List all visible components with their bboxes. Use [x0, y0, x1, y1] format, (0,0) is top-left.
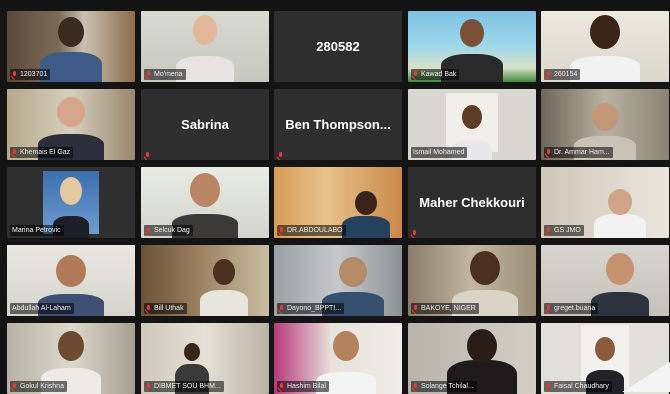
- participant-name-label: Dr. Ammar Ham...: [544, 147, 613, 158]
- participant-name-label: Selcuk Dag: [144, 225, 193, 236]
- participant-tile[interactable]: DIBMET SOU BHM...: [141, 323, 269, 394]
- mic-muted-icon: [279, 226, 284, 235]
- mic-muted-icon: [546, 148, 551, 157]
- participant-tile[interactable]: Dr. Ammar Ham...: [541, 89, 669, 160]
- participant-gallery: 1203701 Mo'mena 280582 Kawad Bak 260154: [0, 0, 670, 394]
- participant-name-label: Kawad Bak: [411, 69, 460, 80]
- mic-muted-icon: [546, 382, 551, 391]
- participant-name-label: GS JMO: [544, 225, 584, 236]
- participant-tile[interactable]: Ismail Mohamed: [408, 89, 536, 160]
- participant-display-name: Ben Thompson...: [285, 117, 391, 132]
- participant-name-label: Khemais El Gaz: [10, 147, 74, 158]
- participant-tile[interactable]: Hashim Bilal: [274, 323, 402, 394]
- mic-muted-icon: [413, 70, 418, 79]
- participant-name-label: Gokul Krishna: [10, 381, 67, 392]
- participant-tile[interactable]: Mo'mena: [141, 11, 269, 82]
- participant-tile[interactable]: Sabrina: [141, 89, 269, 160]
- participant-tile[interactable]: Ben Thompson...: [274, 89, 402, 160]
- participant-tile[interactable]: GS JMO: [541, 167, 669, 238]
- participant-tile[interactable]: Bill Uthak: [141, 245, 269, 316]
- participant-tile[interactable]: DR.ABDOULABO: [274, 167, 402, 238]
- participant-tile[interactable]: BAKOYE, NIGER: [408, 245, 536, 316]
- mic-muted-icon: [146, 304, 151, 313]
- participant-name-label: 260154: [544, 69, 581, 80]
- participant-tile[interactable]: greget.buana: [541, 245, 669, 316]
- participant-name-label: Mo'mena: [144, 69, 186, 80]
- mic-muted-icon: [12, 148, 17, 157]
- participant-tile[interactable]: Dayono_BPPTI...: [274, 245, 402, 316]
- participant-tile[interactable]: Marina Petrovic: [7, 167, 135, 238]
- participant-display-name: Sabrina: [181, 117, 229, 132]
- mic-muted-icon: [412, 225, 420, 235]
- participant-name-label: Faisal Chaudhary: [544, 381, 612, 392]
- participant-tile[interactable]: Khemais El Gaz: [7, 89, 135, 160]
- mic-muted-icon: [146, 226, 151, 235]
- page-corner-decoration: [622, 362, 670, 392]
- participant-name-label: Marina Petrovic: [10, 225, 64, 236]
- participant-name-label: Dayono_BPPTI...: [277, 303, 345, 314]
- participant-name-label: Hashim Bilal: [277, 381, 329, 392]
- participant-video: [196, 245, 252, 316]
- mic-muted-icon: [12, 70, 17, 79]
- participant-name-label: Solange Tchilal...: [411, 381, 477, 392]
- participant-tile-active-speaker[interactable]: Abdullah Al-Laham: [7, 245, 135, 316]
- mic-muted-icon: [279, 382, 284, 391]
- participant-name-label: Ismail Mohamed: [411, 147, 468, 158]
- participant-video: [589, 167, 651, 238]
- mic-muted-icon: [413, 382, 418, 391]
- mic-muted-icon: [546, 304, 551, 313]
- mic-muted-icon: [413, 304, 418, 313]
- mic-muted-icon: [12, 382, 17, 391]
- participant-tile[interactable]: 280582: [274, 11, 402, 82]
- participant-tile[interactable]: Solange Tchilal...: [408, 323, 536, 394]
- participant-display-name: Maher Chekkouri: [419, 195, 525, 210]
- mic-muted-icon: [278, 147, 286, 157]
- mic-muted-icon: [546, 226, 551, 235]
- participant-display-name: 280582: [316, 39, 360, 54]
- participant-tile[interactable]: Selcuk Dag: [141, 167, 269, 238]
- mic-muted-icon: [146, 70, 151, 79]
- participant-name-label: greget.buana: [544, 303, 599, 314]
- participant-tile[interactable]: Maher Chekkouri: [408, 167, 536, 238]
- participant-tile[interactable]: 1203701: [7, 11, 135, 82]
- mic-muted-icon: [146, 382, 151, 391]
- participant-name-label: 1203701: [10, 69, 51, 80]
- participant-name-label: DIBMET SOU BHM...: [144, 381, 224, 392]
- participant-name-label: DR.ABDOULABO: [277, 225, 346, 236]
- participant-name-label: BAKOYE, NIGER: [411, 303, 479, 314]
- mic-muted-icon: [145, 147, 153, 157]
- participant-name-label: Abdullah Al-Laham: [10, 303, 74, 314]
- mic-muted-icon: [279, 304, 284, 313]
- participant-tile[interactable]: 260154: [541, 11, 669, 82]
- mic-muted-icon: [546, 70, 551, 79]
- participant-tile[interactable]: Gokul Krishna: [7, 323, 135, 394]
- participant-tile[interactable]: Kawad Bak: [408, 11, 536, 82]
- participant-name-label: Bill Uthak: [144, 303, 187, 314]
